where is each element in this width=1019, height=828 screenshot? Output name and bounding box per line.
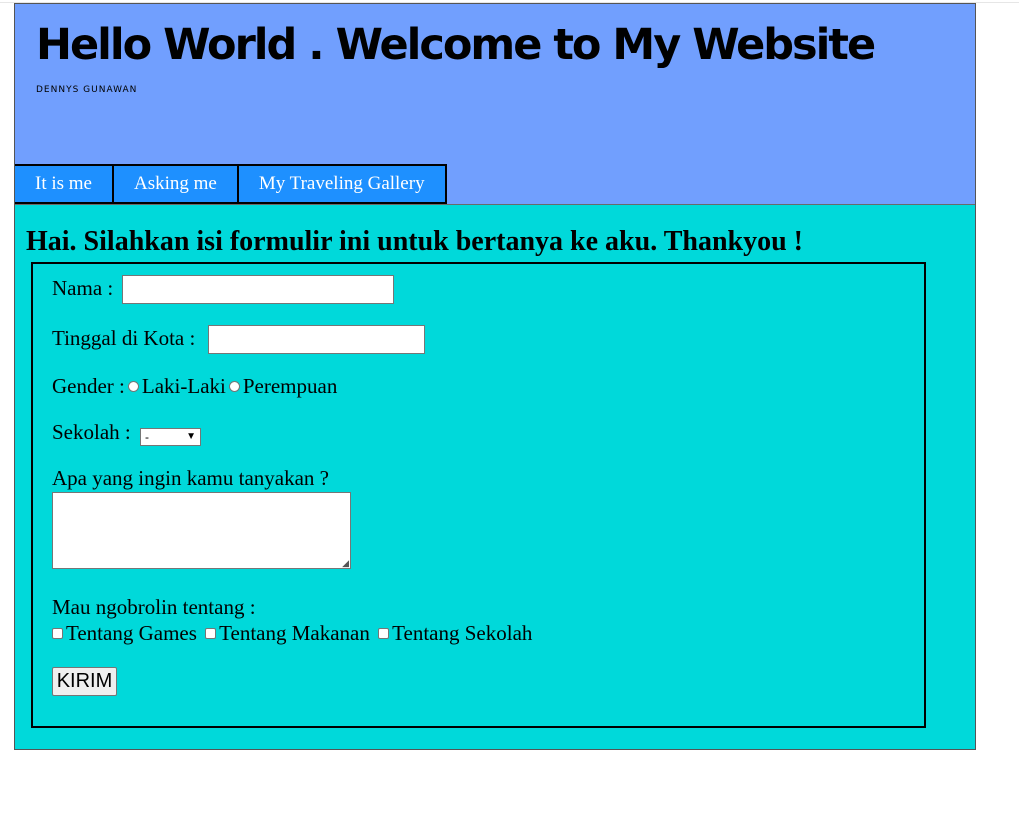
- topics-row: Tentang Games Tentang Makanan Tentang Se…: [49, 621, 532, 646]
- form-heading: Hai. Silahkan isi formulir ini untuk ber…: [26, 226, 803, 257]
- school-label: Sekolah :: [52, 420, 131, 444]
- nav-item-it-is-me[interactable]: It is me: [15, 164, 114, 204]
- main-nav: It is me Asking me My Traveling Gallery: [15, 164, 447, 204]
- site-author: DENNYS GUNAWAN: [36, 85, 138, 95]
- topic-label-school: Tentang Sekolah: [392, 621, 533, 645]
- question-label: Apa yang ingin kamu tanyakan ?: [52, 466, 329, 490]
- gender-row: Gender : Laki-Laki Perempuan: [52, 374, 337, 399]
- gender-option-female: Perempuan: [242, 374, 338, 398]
- topic-label-food: Tentang Makanan: [219, 621, 370, 645]
- page-container: Hello World . Welcome to My Website DENN…: [14, 3, 976, 750]
- gender-label: Gender :: [52, 374, 125, 398]
- gender-radio-male[interactable]: [127, 381, 139, 393]
- topic-checkbox-games[interactable]: [52, 628, 63, 640]
- topic-label-games: Tentang Games: [66, 621, 197, 645]
- name-input[interactable]: [122, 275, 394, 304]
- chevron-down-icon: ▼: [186, 431, 196, 442]
- site-header: Hello World . Welcome to My Website DENN…: [15, 4, 975, 205]
- topic-checkbox-food[interactable]: [205, 628, 217, 640]
- nav-item-asking-me[interactable]: Asking me: [114, 164, 239, 204]
- school-select[interactable]: - ▼: [140, 428, 201, 446]
- question-textarea[interactable]: ◢: [52, 492, 351, 569]
- gender-option-male: Laki-Laki: [141, 374, 226, 398]
- topics-label: Mau ngobrolin tentang :: [52, 595, 256, 619]
- nav-item-traveling-gallery[interactable]: My Traveling Gallery: [238, 164, 447, 204]
- gender-radio-female[interactable]: [228, 381, 240, 393]
- submit-button[interactable]: KIRIM: [52, 667, 117, 696]
- school-selected-value: -: [145, 430, 149, 444]
- resize-handle-icon[interactable]: ◢: [342, 559, 349, 568]
- question-form: Nama : Tinggal di Kota : Gender : Laki-La…: [31, 262, 926, 728]
- city-label: Tinggal di Kota :: [52, 326, 196, 350]
- city-input[interactable]: [208, 325, 425, 354]
- topic-checkbox-school[interactable]: [378, 628, 390, 640]
- name-label: Nama :: [52, 276, 114, 300]
- site-title: Hello World . Welcome to My Website: [36, 20, 876, 70]
